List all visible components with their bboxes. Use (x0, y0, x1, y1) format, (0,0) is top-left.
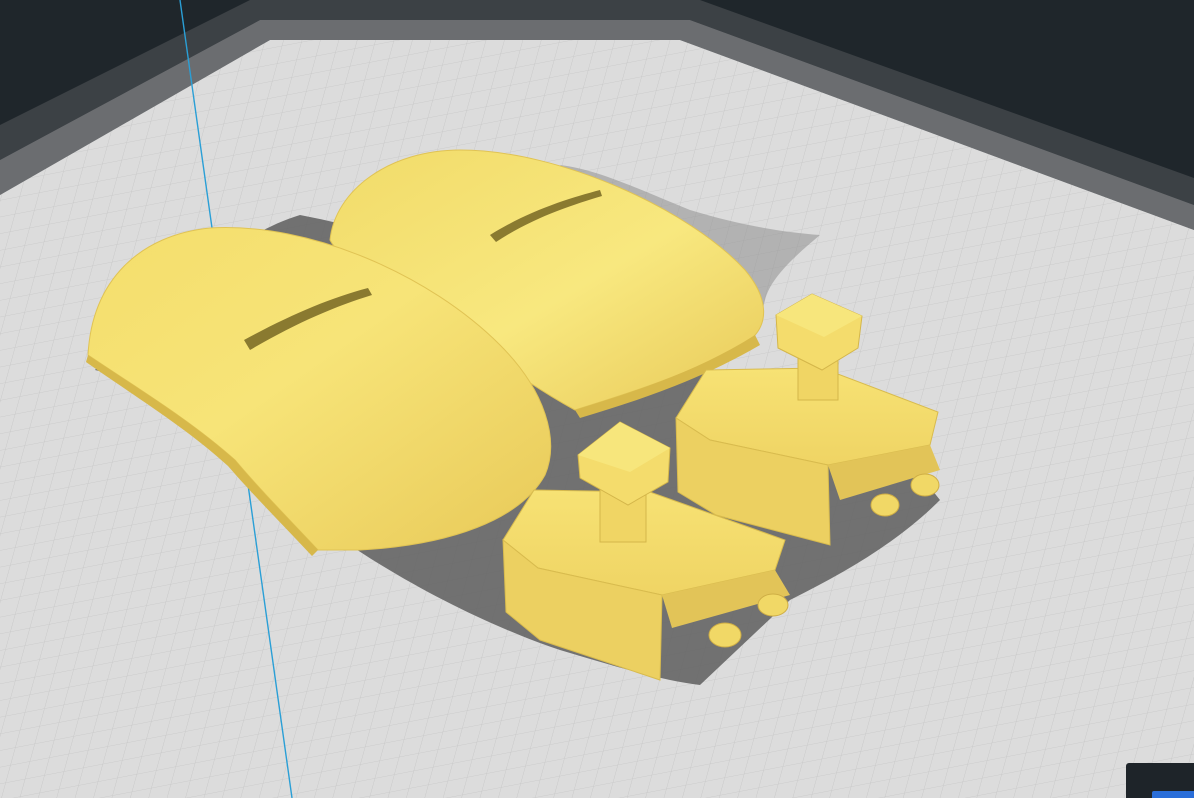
corner-toolbar-panel[interactable] (1126, 763, 1194, 798)
corner-accent-button[interactable] (1152, 791, 1194, 798)
3d-viewport[interactable] (0, 0, 1194, 798)
scene-canvas[interactable] (0, 0, 1194, 798)
